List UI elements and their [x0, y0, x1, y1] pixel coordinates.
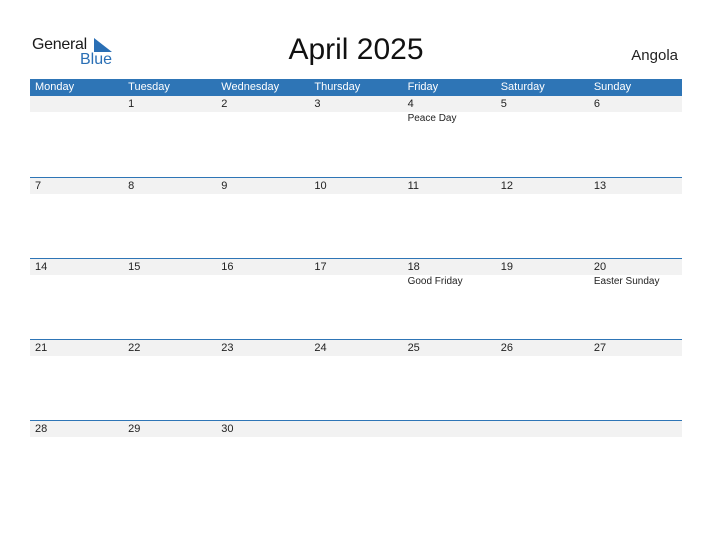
day-number: 16 — [221, 261, 234, 273]
day-number: 23 — [221, 342, 234, 354]
day-number — [496, 421, 589, 437]
holiday-label — [123, 113, 216, 125]
day-number: 15 — [128, 261, 141, 273]
day-number: 8 — [128, 180, 135, 192]
day-number: 21 — [35, 342, 48, 354]
day-number: 3 — [314, 98, 321, 110]
day-number: 18 — [407, 261, 420, 273]
day-number: 27 — [593, 342, 607, 354]
day-number: 12 — [500, 180, 513, 192]
holiday-label — [589, 113, 682, 125]
holiday-label — [123, 276, 216, 288]
weekday-sunday: Sunday — [593, 81, 632, 93]
day-number-row: 28 29 30 — [30, 421, 682, 437]
holiday-label — [309, 113, 402, 125]
day-number: 26 — [500, 342, 513, 354]
day-number — [403, 421, 496, 437]
week-row: 21 22 23 24 25 26 27 — [30, 339, 682, 420]
country-label: Angola — [631, 47, 678, 64]
holiday-row — [30, 194, 682, 195]
day-number — [30, 96, 123, 112]
day-number — [309, 421, 402, 437]
day-number-row: 21 22 23 24 25 26 27 — [30, 340, 682, 356]
day-number: 6 — [593, 98, 600, 110]
day-number: 25 — [407, 342, 420, 354]
week-row: 28 29 30 — [30, 420, 682, 501]
day-number: 13 — [593, 180, 607, 192]
week-row: 1 2 3 4 5 6 Peace Day — [30, 96, 682, 177]
day-number: 9 — [221, 180, 228, 192]
day-number: 24 — [314, 342, 327, 354]
weekday-header: Monday Tuesday Wednesday Thursday Friday… — [30, 79, 682, 96]
day-number-row: 7 8 9 10 11 12 13 — [30, 178, 682, 194]
day-number: 4 — [407, 98, 414, 110]
holiday-row: Good Friday Easter Sunday — [30, 275, 682, 288]
day-number: 19 — [500, 261, 513, 273]
day-number: 11 — [407, 180, 419, 192]
day-number — [589, 421, 682, 437]
day-number: 7 — [35, 180, 42, 192]
holiday-row: Peace Day — [30, 112, 682, 125]
weekday-thursday: Thursday — [314, 81, 361, 93]
day-number: 29 — [128, 423, 141, 435]
day-number: 5 — [500, 98, 507, 110]
holiday-row — [30, 356, 682, 357]
holiday-label — [496, 113, 589, 125]
day-number: 28 — [35, 423, 48, 435]
day-number-row: 1 2 3 4 5 6 — [30, 96, 682, 112]
holiday-label — [216, 276, 309, 288]
day-number: 14 — [35, 261, 48, 273]
week-row: 14 15 16 17 18 19 20 Good Friday Easter Sunday — [30, 258, 682, 339]
day-number: 2 — [221, 98, 228, 110]
week-row: 7 8 9 10 11 12 13 — [30, 177, 682, 258]
day-number-row: 14 15 16 17 18 19 20 — [30, 259, 682, 275]
holiday-label: Peace Day — [407, 113, 457, 124]
day-number: 22 — [128, 342, 141, 354]
weekday-tuesday: Tuesday — [128, 81, 170, 93]
holiday-label — [216, 113, 309, 125]
weekday-monday: Monday — [35, 81, 75, 93]
day-number: 20 — [593, 261, 607, 273]
holiday-label: Easter Sunday — [593, 276, 660, 287]
holiday-label — [496, 276, 589, 288]
day-number: 30 — [221, 423, 234, 435]
holiday-label — [309, 276, 402, 288]
weekday-wednesday: Wednesday — [221, 81, 280, 93]
weekday-friday: Friday — [407, 81, 439, 93]
holiday-label — [30, 276, 123, 288]
calendar-grid: Monday Tuesday Wednesday Thursday Friday… — [30, 79, 682, 501]
calendar-title: April 2025 — [288, 33, 424, 66]
holiday-label — [30, 113, 123, 125]
day-number: 17 — [314, 261, 327, 273]
day-number: 10 — [314, 180, 327, 192]
holiday-row — [30, 437, 682, 438]
holiday-label: Good Friday — [407, 276, 463, 287]
weekday-saturday: Saturday — [500, 81, 545, 93]
day-number: 1 — [128, 98, 135, 110]
